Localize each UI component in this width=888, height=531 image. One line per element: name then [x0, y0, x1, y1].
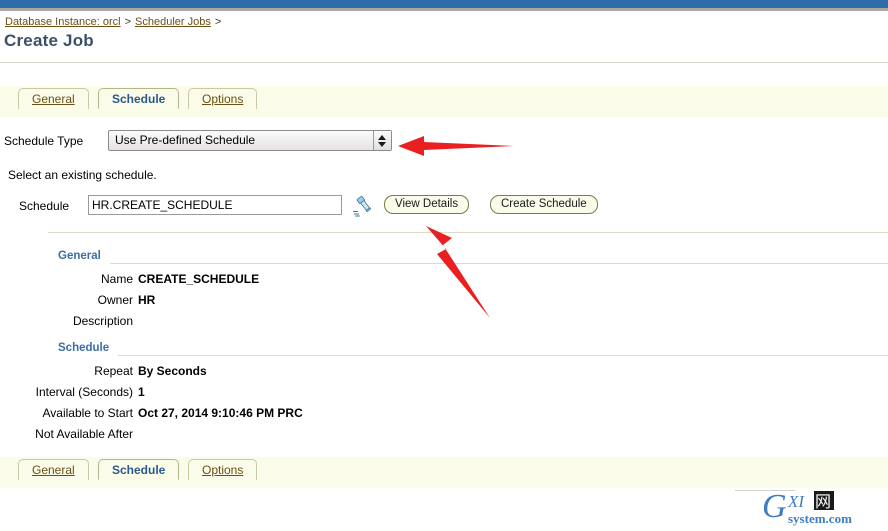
schedule-field-label: Schedule [19, 199, 70, 213]
detail-label-interval: Interval (Seconds) [35, 385, 133, 399]
tab-bar-bottom-underfill [0, 480, 888, 488]
tab-schedule-bottom[interactable]: Schedule [98, 459, 180, 480]
schedule-type-selected-value: Use Pre-defined Schedule [115, 133, 256, 147]
details-section-rule-schedule [118, 355, 888, 356]
detail-label-owner: Owner [97, 293, 133, 307]
detail-row-owner: Owner HR [0, 293, 560, 309]
schedule-input[interactable] [88, 195, 342, 215]
select-schedule-hint: Select an existing schedule. [8, 168, 157, 182]
tab-general-bottom[interactable]: General [18, 459, 89, 480]
details-section-heading-general: General [58, 250, 101, 262]
watermark-gxi-system: G XI 网 system.com [762, 488, 852, 526]
chevron-down-icon [378, 142, 386, 147]
detail-row-repeat: Repeat By Seconds [0, 364, 560, 380]
detail-row-available-to-start: Available to Start Oct 27, 2014 9:10:46 … [0, 406, 560, 422]
detail-label-name: Name [100, 272, 133, 286]
detail-row-description: Description [0, 314, 560, 330]
detail-label-available-to-start: Available to Start [42, 406, 134, 420]
detail-value-available-to-start: Oct 27, 2014 9:10:46 PM PRC [138, 406, 303, 420]
flashlight-icon[interactable] [352, 193, 376, 217]
breadcrumb-separator: > [214, 16, 222, 28]
detail-label-repeat: Repeat [94, 364, 133, 378]
detail-value-repeat: By Seconds [138, 364, 207, 378]
tab-general-top[interactable]: General [18, 88, 89, 109]
details-panel-top-rule [48, 232, 888, 233]
breadcrumb-link-scheduler-jobs[interactable]: Scheduler Jobs [135, 16, 211, 28]
chevron-up-icon [378, 135, 386, 140]
detail-value-interval: 1 [138, 385, 145, 399]
tab-bar-top: General Schedule Options [0, 86, 888, 110]
tab-options-top[interactable]: Options [188, 88, 258, 109]
watermark-xi-text: XI [787, 492, 805, 511]
breadcrumb-separator: > [124, 16, 132, 28]
breadcrumb-link-database-instance[interactable]: Database Instance: orcl [5, 16, 121, 28]
view-details-button[interactable]: View Details [384, 195, 470, 214]
details-section-rule-general [110, 263, 888, 264]
watermark-main-text: G [762, 488, 787, 525]
tab-schedule-top[interactable]: Schedule [98, 88, 180, 109]
page-title: Create Job [4, 31, 94, 50]
tab-options-bottom[interactable]: Options [188, 459, 258, 480]
tab-bar-top-underfill [0, 109, 888, 117]
detail-value-name: CREATE_SCHEDULE [138, 272, 260, 286]
schedule-type-label: Schedule Type [4, 134, 84, 148]
watermark-cjk-text: 网 [815, 492, 831, 511]
window-accent-bar-shadow [0, 8, 888, 11]
tab-bar-bottom: General Schedule Options [0, 457, 888, 481]
detail-row-interval: Interval (Seconds) 1 [0, 385, 560, 401]
create-schedule-button[interactable]: Create Schedule [490, 195, 598, 214]
details-section-heading-schedule: Schedule [58, 342, 110, 354]
watermark-sub-text: system.com [788, 511, 852, 526]
title-divider [0, 62, 888, 63]
detail-row-name: Name CREATE_SCHEDULE [0, 272, 560, 288]
detail-label-not-available-after: Not Available After [35, 427, 133, 441]
chevron-updown-icon[interactable] [373, 131, 391, 150]
window-accent-bar [0, 0, 888, 8]
detail-row-not-available-after: Not Available After [0, 427, 560, 443]
detail-label-description: Description [72, 314, 133, 328]
breadcrumb: Database Instance: orcl > Scheduler Jobs > [5, 14, 225, 30]
annotation-arrows-layer [398, 136, 514, 318]
annotation-arrow-schedule-type [398, 136, 514, 156]
schedule-type-select[interactable]: Use Pre-defined Schedule [108, 130, 392, 151]
detail-value-owner: HR [138, 293, 156, 307]
